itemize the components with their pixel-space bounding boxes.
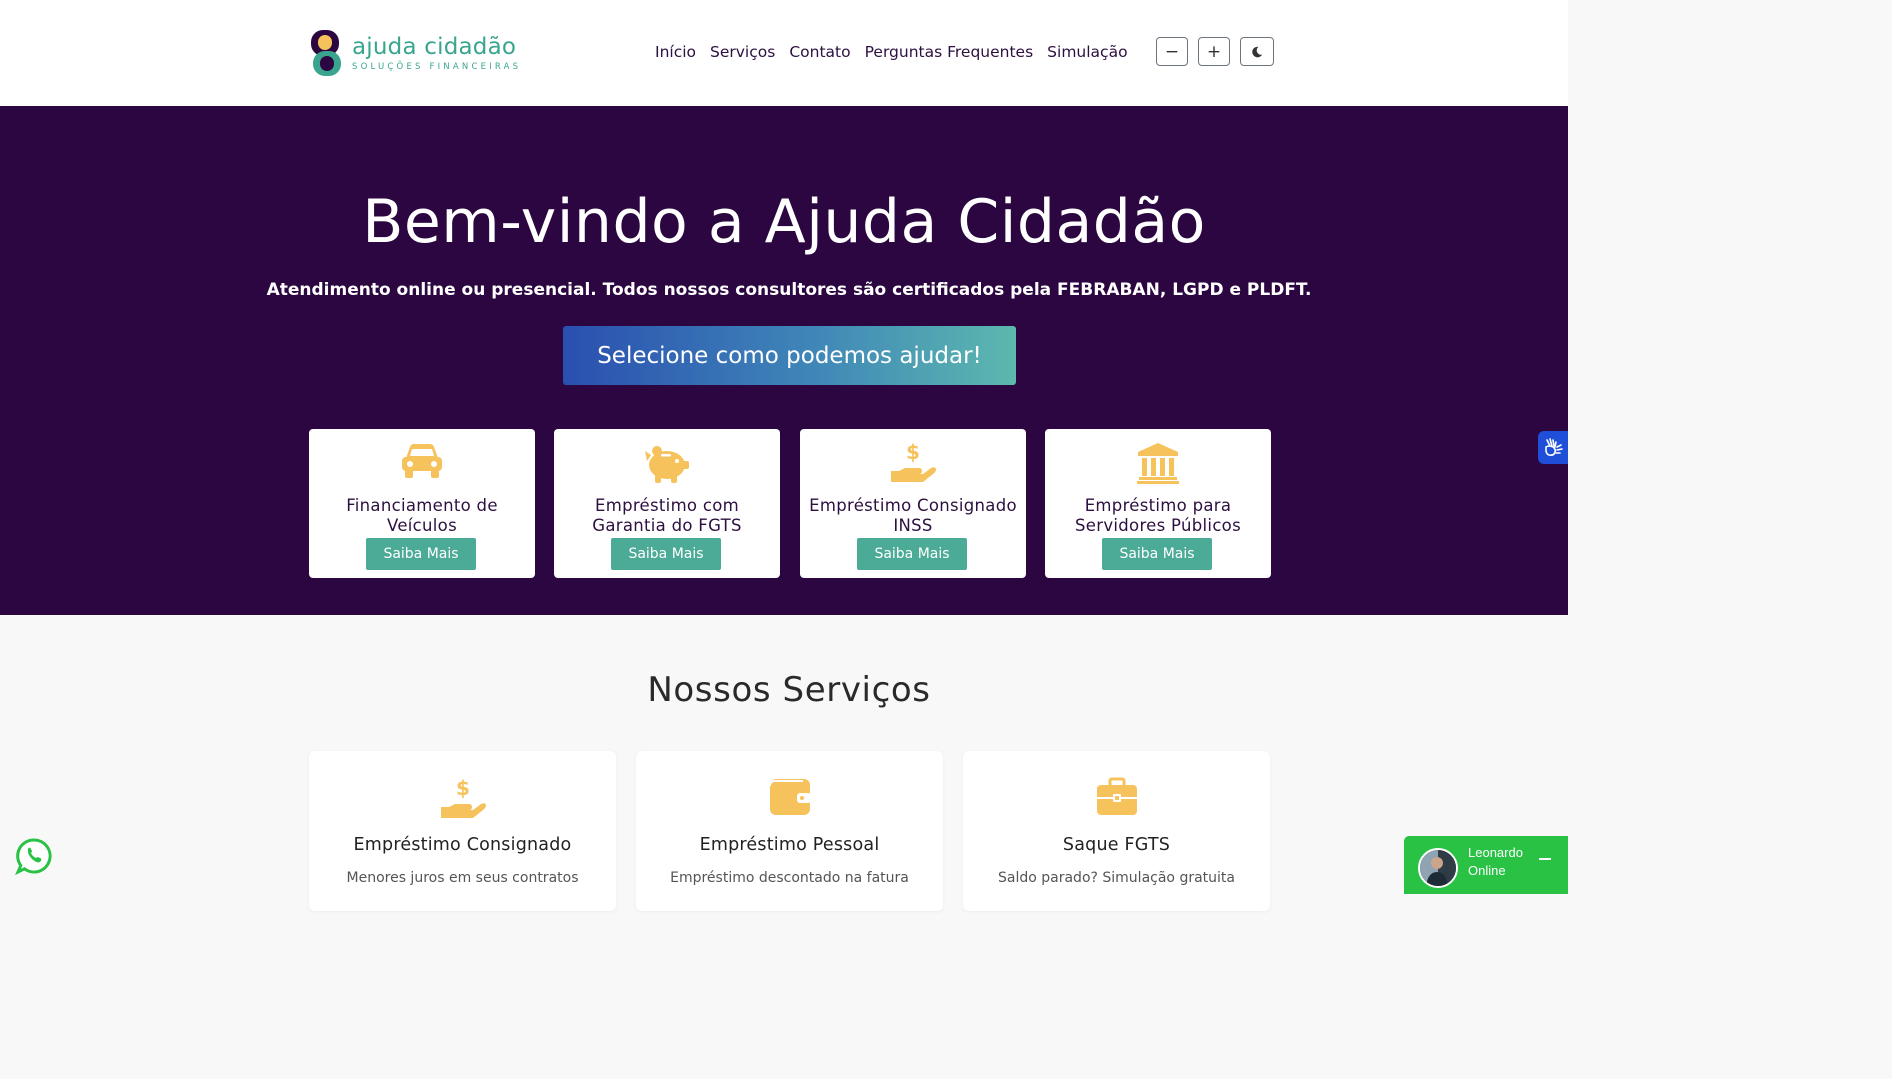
nav-contato[interactable]: Contato xyxy=(789,40,850,64)
quick-card-financiamento-veiculos[interactable]: Financiamento de Veículos Saiba Mais xyxy=(309,429,535,578)
svg-text:$: $ xyxy=(456,777,470,800)
quick-card-servidores-publicos[interactable]: Empréstimo para Servidores Públicos Saib… xyxy=(1045,429,1271,578)
service-description: Empréstimo descontado na fatura xyxy=(670,870,909,886)
chat-minimize-button[interactable] xyxy=(1539,858,1551,860)
saiba-mais-button[interactable]: Saiba Mais xyxy=(857,538,967,570)
site-header: ajuda cidadão SOLUÇÕES FINANCEIRAS Iníci… xyxy=(0,0,1568,106)
logo[interactable]: ajuda cidadão SOLUÇÕES FINANCEIRAS xyxy=(309,29,521,77)
saiba-mais-button[interactable]: Saiba Mais xyxy=(1102,538,1212,570)
font-decrease-button[interactable]: − xyxy=(1156,37,1188,66)
sign-language-hands-icon xyxy=(1545,437,1563,456)
logo-tagline: SOLUÇÕES FINANCEIRAS xyxy=(352,61,522,72)
hero-cta-button[interactable]: Selecione como podemos ajudar! xyxy=(563,326,1016,385)
saiba-mais-button[interactable]: Saiba Mais xyxy=(611,538,721,570)
hero-section: Bem-vindo a Ajuda Cidadão Atendimento on… xyxy=(0,106,1568,615)
service-card-emprestimo-pessoal[interactable]: Empréstimo Pessoal Empréstimo descontado… xyxy=(636,751,943,911)
quick-card-consignado-inss[interactable]: $ Empréstimo Consignado INSS Saiba Mais xyxy=(800,429,1026,578)
services-title: Nossos Serviços xyxy=(647,670,931,710)
hand-dollar-icon: $ xyxy=(891,441,936,482)
hand-dollar-icon: $ xyxy=(440,777,486,818)
bank-building-icon xyxy=(1137,443,1179,484)
accessibility-controls: − + xyxy=(1156,37,1274,66)
service-title: Empréstimo Consignado xyxy=(353,835,572,855)
wallet-icon xyxy=(768,779,811,815)
nav-simulacao[interactable]: Simulação xyxy=(1047,40,1127,64)
logo-mark-icon xyxy=(311,30,341,76)
main-nav: Início Serviços Contato Perguntas Freque… xyxy=(655,40,1142,64)
piggy-bank-icon xyxy=(645,446,689,483)
briefcase-icon xyxy=(1096,777,1137,815)
chat-agent-status: Online xyxy=(1468,863,1506,878)
whatsapp-icon xyxy=(15,838,52,876)
svg-text:$: $ xyxy=(906,441,920,464)
nav-inicio[interactable]: Início xyxy=(655,40,696,64)
quick-card-title: Empréstimo Consignado INSS xyxy=(809,496,1017,535)
dark-mode-button[interactable] xyxy=(1240,37,1274,66)
whatsapp-button[interactable] xyxy=(15,837,53,876)
service-description: Menores juros em seus contratos xyxy=(346,870,579,886)
quick-card-emprestimo-fgts[interactable]: Empréstimo com Garantia do FGTS Saiba Ma… xyxy=(554,429,780,578)
service-title: Saque FGTS xyxy=(1062,835,1171,855)
service-card-saque-fgts[interactable]: Saque FGTS Saldo parado? Simulação gratu… xyxy=(963,751,1270,911)
service-description: Saldo parado? Simulação gratuita xyxy=(998,870,1235,886)
sign-language-widget-button[interactable] xyxy=(1538,431,1568,464)
quick-card-title: Empréstimo com Garantia do FGTS xyxy=(592,496,742,535)
service-card-emprestimo-consignado[interactable]: $ Empréstimo Consignado Menores juros em… xyxy=(309,751,616,911)
saiba-mais-button[interactable]: Saiba Mais xyxy=(366,538,476,570)
quick-card-title: Empréstimo para Servidores Públicos xyxy=(1075,496,1241,535)
logo-name: ajuda cidadão xyxy=(352,33,517,60)
chat-agent-name: Leonardo xyxy=(1468,845,1523,860)
nav-perguntas-frequentes[interactable]: Perguntas Frequentes xyxy=(865,40,1034,64)
car-icon xyxy=(402,444,442,478)
moon-icon xyxy=(1252,46,1263,57)
font-increase-button[interactable]: + xyxy=(1198,37,1230,66)
hero-subtitle: Atendimento online ou presencial. Todos … xyxy=(266,280,1312,300)
service-title: Empréstimo Pessoal xyxy=(699,835,880,855)
quick-card-title: Financiamento de Veículos xyxy=(346,496,498,535)
hero-title: Bem-vindo a Ajuda Cidadão xyxy=(362,187,1206,257)
chat-widget[interactable]: Leonardo Online xyxy=(1404,836,1568,894)
person-photo-icon xyxy=(1420,850,1456,886)
nav-servicos[interactable]: Serviços xyxy=(710,40,775,64)
agent-avatar xyxy=(1418,848,1458,888)
